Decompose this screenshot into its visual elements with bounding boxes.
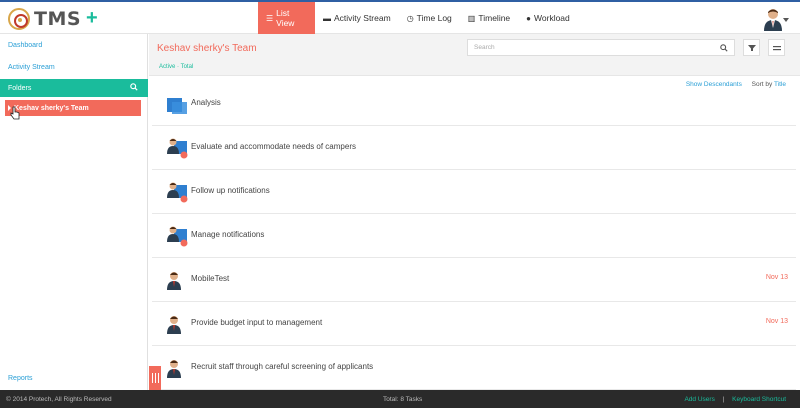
user-avatar[interactable] [762,7,784,31]
total-tasks-count: Total: 8 Tasks [383,396,423,403]
chevron-down-icon[interactable] [783,18,789,22]
tab-label: List View [276,8,295,28]
comment-icon: ▬ [323,13,331,23]
sidebar-item-reports[interactable]: Reports [8,375,33,382]
logo-emblem-icon [8,8,30,30]
user-icon [167,272,181,290]
task-row[interactable]: Manage notifications [152,214,796,258]
task-row[interactable]: Analysis [152,82,796,126]
page-title: Keshav sherky's Team [157,43,257,54]
folders-label: Folders [8,84,32,92]
search-input[interactable]: Search [467,39,735,56]
user-task-icon [167,138,188,159]
folders-header[interactable]: Folders [0,79,148,97]
main-panel: Keshav sherky's Team Active · Total Sear… [149,34,800,390]
task-title[interactable]: Analysis [191,98,221,107]
filter-button[interactable] [743,39,760,56]
task-list: Analysis Evaluate and accommodate needs … [152,82,796,390]
logo-text: TMS [34,8,82,30]
task-row[interactable]: Provide budget input to management Nov 1… [152,302,796,346]
main-header: Keshav sherky's Team Active · Total Sear… [149,34,800,76]
team-label: Keshav sherky's Team [14,104,89,112]
tab-time-log[interactable]: ◷ Time Log [399,2,460,34]
user-task-icon [167,226,188,247]
sidebar-item-team[interactable]: Keshav sherky's Team [5,100,141,116]
clock-icon: ◷ [406,13,414,23]
tab-label: Time Log [416,13,452,23]
sidebar-item-activity-stream[interactable]: Activity Stream [8,64,55,71]
menu-icon [772,45,781,50]
sidebar-item-dashboard[interactable]: Dashboard [8,42,42,49]
search-icon[interactable] [130,83,138,91]
sidebar: Dashboard Activity Stream Folders Keshav… [0,34,148,390]
folder-icon [167,98,187,114]
add-users-link[interactable]: Add Users [684,396,714,403]
tab-timeline[interactable]: ▥ Timeline [460,2,518,34]
copyright-text: © 2014 Protech, All Rights Reserved [6,396,112,403]
app-logo[interactable]: TMS [8,6,81,32]
task-date: Nov 13 [765,318,788,325]
task-title[interactable]: MobileTest [191,274,229,283]
task-title[interactable]: Evaluate and accommodate needs of camper… [191,142,356,151]
list-icon: ☰ [266,13,274,23]
hand-cursor-icon [10,106,20,120]
footer-links: Add Users | Keyboard Shortcut [684,396,786,403]
search-placeholder: Search [474,44,495,51]
footer-separator: | [722,396,725,403]
tab-list-view[interactable]: ☰ List View [258,2,315,34]
timeline-icon: ▥ [467,13,476,23]
top-bar: TMS + ☰ List View ▬ Activity Stream ◷ Ti… [0,0,800,34]
footer: © 2014 Protech, All Rights Reserved Tota… [0,390,800,408]
search-icon[interactable] [720,44,728,52]
task-title[interactable]: Manage notifications [191,230,264,239]
task-date: Nov 13 [765,274,788,281]
add-button[interactable]: + [86,8,98,28]
tab-workload[interactable]: ● Workload [518,2,578,34]
task-title[interactable]: Recruit staff through careful screening … [191,362,373,371]
task-row[interactable]: Recruit staff through careful screening … [152,346,796,390]
task-row[interactable]: MobileTest Nov 13 [152,258,796,302]
sidebar-resize-handle[interactable] [149,366,161,390]
task-title[interactable]: Provide budget input to management [191,318,322,327]
user-icon: ● [526,13,532,23]
tab-label: Workload [534,13,570,23]
menu-button[interactable] [768,39,785,56]
task-title[interactable]: Follow up notifications [191,186,270,195]
user-task-icon [167,182,188,203]
keyboard-shortcut-link[interactable]: Keyboard Shortcut [732,396,786,403]
user-icon [167,316,181,334]
filter-icon [747,44,756,51]
status-filters[interactable]: Active · Total [159,64,193,70]
tab-label: Timeline [478,13,511,23]
tab-activity-stream[interactable]: ▬ Activity Stream [315,2,399,34]
tab-label: Activity Stream [334,13,391,23]
task-row[interactable]: Follow up notifications [152,170,796,214]
task-row[interactable]: Evaluate and accommodate needs of camper… [152,126,796,170]
user-icon [167,360,181,378]
view-nav: ☰ List View ▬ Activity Stream ◷ Time Log… [258,2,578,34]
